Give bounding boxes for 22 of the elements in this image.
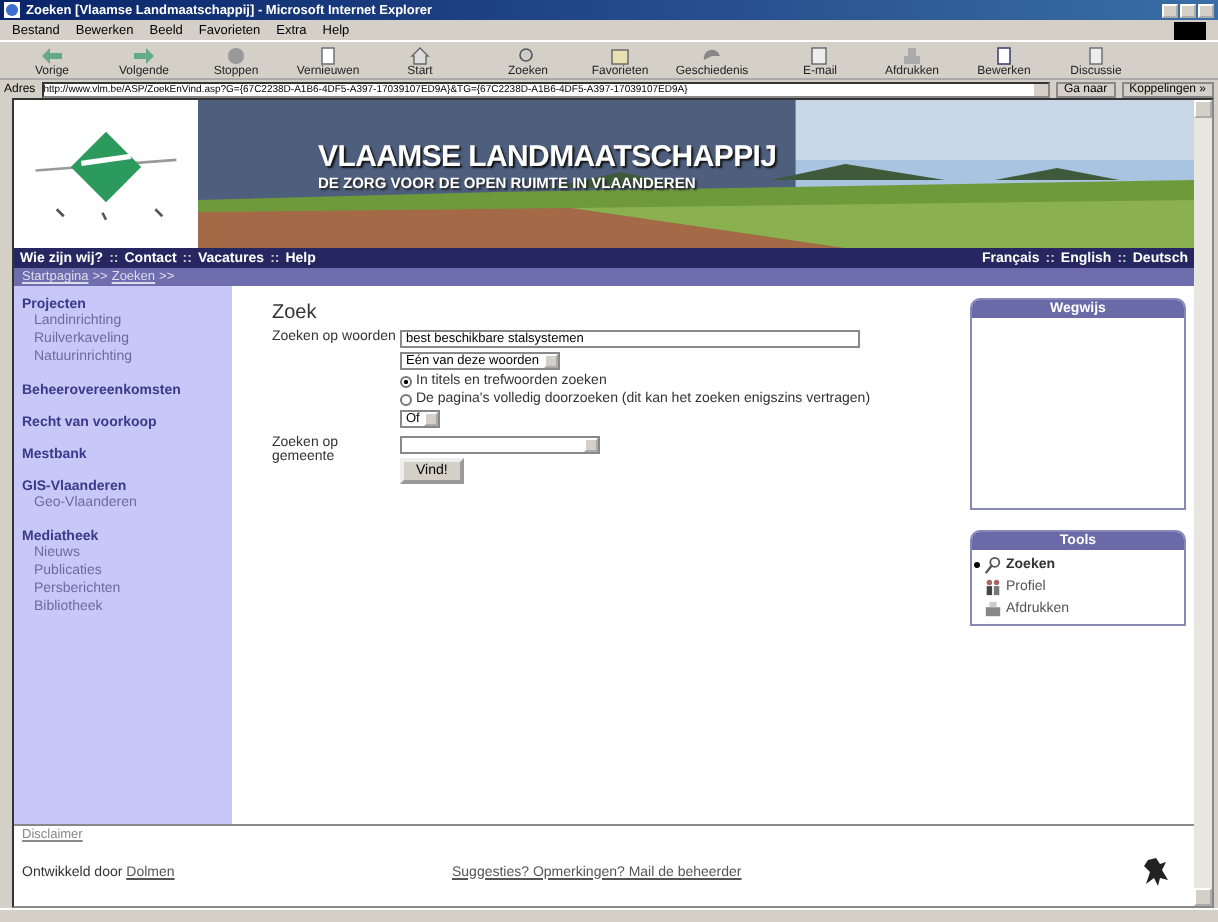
home-icon xyxy=(408,46,432,66)
back-arrow-icon xyxy=(40,46,64,66)
refresh-icon xyxy=(316,46,340,66)
municipality-dropdown[interactable] xyxy=(400,436,600,454)
maximize-button[interactable] xyxy=(1180,3,1196,17)
edit-icon xyxy=(992,46,1016,66)
page-heading: Zoek xyxy=(272,302,319,324)
printer-icon xyxy=(900,46,924,66)
browser-icon xyxy=(4,2,20,18)
close-button[interactable] xyxy=(1198,3,1214,17)
stop-icon xyxy=(224,46,248,66)
mail-icon xyxy=(808,46,832,66)
minimize-button[interactable] xyxy=(1162,3,1178,17)
history-icon xyxy=(700,46,724,66)
forward-arrow-icon xyxy=(132,46,156,66)
printer-icon xyxy=(984,600,1002,618)
search-icon xyxy=(984,556,1002,574)
people-icon xyxy=(984,578,1002,596)
scrollbar[interactable] xyxy=(1194,100,1212,906)
favorites-icon xyxy=(608,46,632,66)
discussion-icon xyxy=(1084,46,1108,66)
banner-title: VLAAMSE LANDMAATSCHAPPIJ xyxy=(318,140,779,174)
